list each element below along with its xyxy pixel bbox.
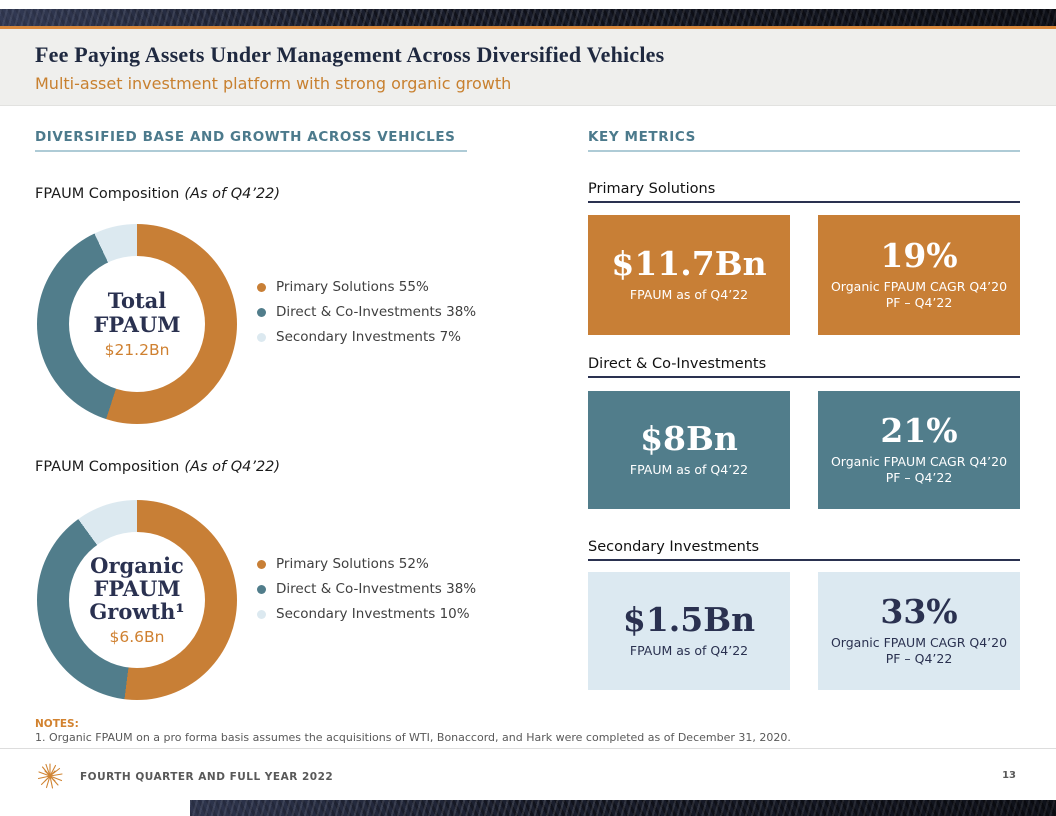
page-title: Fee Paying Assets Under Management Acros… [35, 42, 664, 68]
legend-dot-secondary-icon [257, 610, 266, 619]
donut2-legend: Primary Solutions 52% Direct & Co-Invest… [257, 556, 476, 622]
donut1-legend: Primary Solutions 55% Direct & Co-Invest… [257, 279, 476, 345]
donut-chart-organic-fpaum-growth: Organic FPAUM Growth¹ $6.6Bn [37, 500, 237, 700]
donut2-hole: Organic FPAUM Growth¹ $6.6Bn [69, 532, 205, 668]
group-rule [588, 559, 1020, 561]
legend-label: Secondary Investments 7% [276, 329, 461, 345]
metric-card-fpaum: $1.5Bn FPAUM as of Q4’22 [588, 572, 790, 690]
legend-label: Primary Solutions 52% [276, 556, 429, 572]
donut2-center-title: Organic FPAUM Growth¹ [89, 554, 184, 623]
donut1-center-value: $21.2Bn [105, 341, 170, 359]
footer-report-label: FOURTH QUARTER AND FULL YEAR 2022 [80, 771, 333, 783]
legend-item: Primary Solutions 52% [257, 556, 476, 572]
metric-cards-primary: $11.7Bn FPAUM as of Q4’22 19% Organic FP… [588, 215, 1020, 335]
chart2-caption-note: (As of Q4’22) [184, 459, 280, 475]
legend-dot-direct-icon [257, 308, 266, 317]
group-label-direct-co-investments: Direct & Co-Investments [588, 356, 766, 372]
chart1-caption-text: FPAUM Composition [35, 186, 179, 202]
metric-value: 21% [880, 414, 957, 447]
group-rule [588, 201, 1020, 203]
legend-label: Direct & Co-Investments 38% [276, 581, 476, 597]
group-label-secondary-investments: Secondary Investments [588, 539, 759, 555]
donut2-center-value: $6.6Bn [110, 628, 165, 646]
metric-value: $8Bn [640, 422, 738, 455]
slide: Fee Paying Assets Under Management Acros… [0, 0, 1056, 816]
chart2-caption: FPAUM Composition (As of Q4’22) [35, 459, 280, 475]
metric-card-cagr: 19% Organic FPAUM CAGR Q4’20 PF – Q4’22 [818, 215, 1020, 335]
metric-sublabel: FPAUM as of Q4’22 [630, 462, 748, 478]
legend-item: Direct & Co-Investments 38% [257, 581, 476, 597]
metric-value: 19% [880, 239, 957, 272]
donut-chart-total-fpaum: Total FPAUM $21.2Bn [37, 224, 237, 424]
metric-value: $11.7Bn [611, 247, 766, 280]
metric-cards-direct: $8Bn FPAUM as of Q4’22 21% Organic FPAUM… [588, 391, 1020, 509]
bottom-accent-bar [190, 800, 1056, 816]
top-texture-bar [0, 9, 1056, 26]
metric-sublabel: Organic FPAUM CAGR Q4’20 PF – Q4’22 [829, 454, 1009, 487]
right-section-rule [588, 150, 1020, 152]
legend-label: Primary Solutions 55% [276, 279, 429, 295]
metric-card-fpaum: $11.7Bn FPAUM as of Q4’22 [588, 215, 790, 335]
metric-sublabel: Organic FPAUM CAGR Q4’20 PF – Q4’22 [829, 635, 1009, 668]
legend-item: Secondary Investments 10% [257, 606, 476, 622]
legend-dot-secondary-icon [257, 333, 266, 342]
right-section-heading: KEY METRICS [588, 129, 696, 145]
legend-item: Primary Solutions 55% [257, 279, 476, 295]
notes-heading: NOTES: [35, 718, 79, 730]
metric-card-cagr: 21% Organic FPAUM CAGR Q4’20 PF – Q4’22 [818, 391, 1020, 509]
metric-card-fpaum: $8Bn FPAUM as of Q4’22 [588, 391, 790, 509]
legend-dot-primary-icon [257, 560, 266, 569]
left-section-heading: DIVERSIFIED BASE AND GROWTH ACROSS VEHIC… [35, 129, 456, 145]
metric-sublabel: Organic FPAUM CAGR Q4’20 PF – Q4’22 [829, 279, 1009, 312]
notes-item: 1. Organic FPAUM on a pro forma basis as… [35, 731, 791, 744]
metric-cards-secondary: $1.5Bn FPAUM as of Q4’22 33% Organic FPA… [588, 572, 1020, 690]
legend-label: Secondary Investments 10% [276, 606, 470, 622]
metric-value: 33% [880, 595, 957, 628]
group-label-primary-solutions: Primary Solutions [588, 181, 715, 197]
chart2-caption-text: FPAUM Composition [35, 459, 179, 475]
metric-card-cagr: 33% Organic FPAUM CAGR Q4’20 PF – Q4’22 [818, 572, 1020, 690]
legend-item: Secondary Investments 7% [257, 329, 476, 345]
donut1-hole: Total FPAUM $21.2Bn [69, 256, 205, 392]
metric-sublabel: FPAUM as of Q4’22 [630, 287, 748, 303]
footer-divider [0, 748, 1056, 749]
page-number: 13 [1002, 770, 1016, 781]
metric-value: $1.5Bn [623, 603, 755, 636]
left-section-rule [35, 150, 467, 152]
company-logo-icon [36, 762, 64, 790]
legend-dot-primary-icon [257, 283, 266, 292]
donut1-center-title: Total FPAUM [93, 289, 180, 335]
group-rule [588, 376, 1020, 378]
legend-label: Direct & Co-Investments 38% [276, 304, 476, 320]
legend-dot-direct-icon [257, 585, 266, 594]
page-subtitle: Multi-asset investment platform with str… [35, 74, 511, 93]
metric-sublabel: FPAUM as of Q4’22 [630, 643, 748, 659]
chart1-caption: FPAUM Composition (As of Q4’22) [35, 186, 280, 202]
legend-item: Direct & Co-Investments 38% [257, 304, 476, 320]
chart1-caption-note: (As of Q4’22) [184, 186, 280, 202]
